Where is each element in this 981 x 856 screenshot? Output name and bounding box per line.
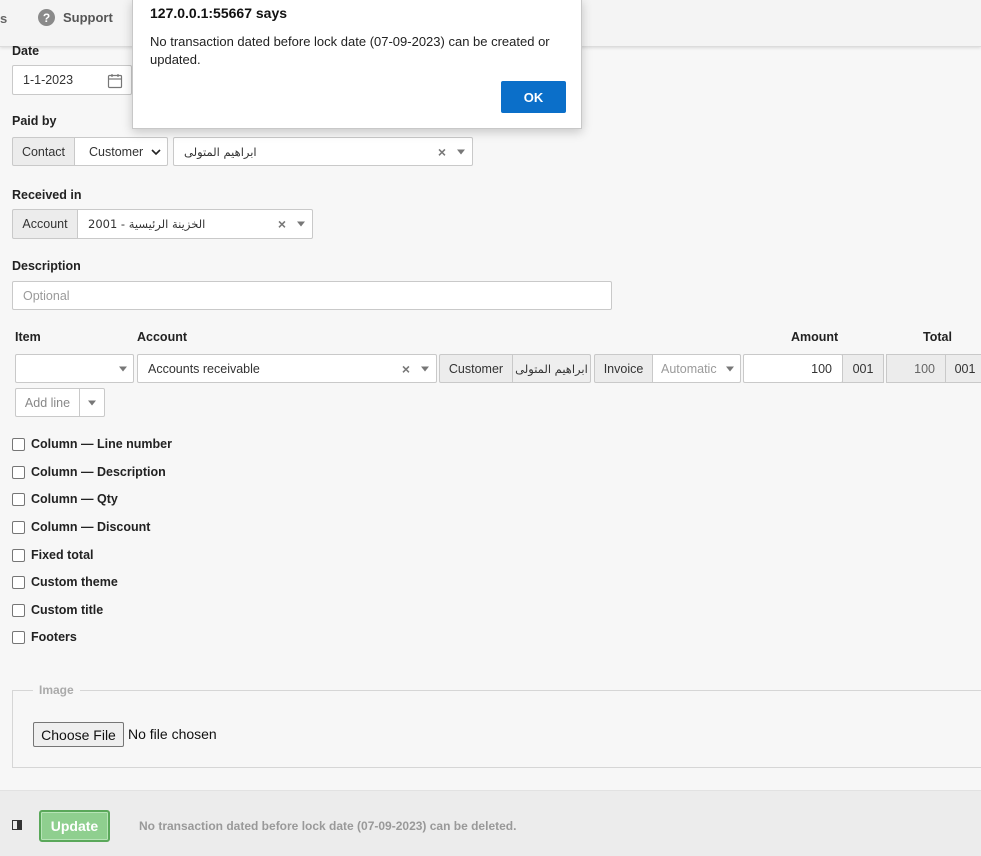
dialog-message: No transaction dated before lock date (0… bbox=[150, 34, 550, 67]
image-legend: Image bbox=[33, 683, 80, 697]
line-invoice-placeholder: Automatic bbox=[661, 361, 717, 376]
option-label: Footers bbox=[31, 630, 77, 644]
support-label: Support bbox=[63, 10, 113, 25]
discount-checkbox[interactable] bbox=[12, 520, 25, 534]
caret-down-icon[interactable] bbox=[297, 221, 305, 227]
question-circle-icon: ? bbox=[38, 9, 55, 26]
caret-down-icon[interactable] bbox=[457, 149, 465, 154]
contact-addon: Contact bbox=[12, 137, 75, 166]
nav-item-fragment[interactable]: s bbox=[0, 11, 7, 26]
line-amount-input[interactable]: 100 bbox=[743, 354, 843, 383]
option-label: Fixed total bbox=[31, 548, 94, 562]
description-input[interactable]: Optional bbox=[12, 281, 612, 310]
option-label: Column — Qty bbox=[31, 492, 118, 506]
ok-button[interactable]: OK bbox=[501, 81, 566, 113]
caret-down-icon[interactable] bbox=[119, 366, 127, 371]
date-label: Date bbox=[12, 44, 40, 58]
dialog-title: 127.0.0.1:55667 says bbox=[150, 5, 288, 21]
custom-title-checkbox[interactable] bbox=[12, 603, 25, 617]
option-label: Custom theme bbox=[31, 575, 118, 589]
option-line-number[interactable]: Column — Line number bbox=[12, 437, 172, 451]
contact-type-value: Customer bbox=[89, 144, 144, 159]
line-invoice-addon: Invoice bbox=[594, 354, 653, 383]
option-custom-title[interactable]: Custom title bbox=[12, 603, 103, 617]
option-fixed-total[interactable]: Fixed total bbox=[12, 548, 94, 562]
fixed-total-checkbox[interactable] bbox=[12, 548, 25, 562]
nav-item-support[interactable]: ? Support bbox=[38, 9, 113, 26]
option-description[interactable]: Column — Description bbox=[12, 465, 166, 479]
sidebar-toggle-icon[interactable] bbox=[12, 820, 22, 830]
paid-by-label: Paid by bbox=[12, 114, 57, 128]
contact-type-select[interactable]: Customer bbox=[74, 137, 168, 166]
line-customer-select[interactable]: ابراهيم المتولى bbox=[512, 354, 591, 383]
no-file-text: No file chosen bbox=[128, 726, 217, 742]
add-line-label: Add line bbox=[24, 395, 71, 410]
amount-column-header: Amount bbox=[791, 330, 839, 344]
option-label: Custom title bbox=[31, 603, 104, 617]
clear-icon[interactable]: × bbox=[438, 144, 446, 160]
line-customer-addon: Customer bbox=[439, 354, 513, 383]
update-button[interactable]: Update bbox=[39, 810, 110, 842]
contact-select[interactable]: ابراهيم المتولى × bbox=[173, 137, 473, 166]
option-custom-theme[interactable]: Custom theme bbox=[12, 575, 118, 589]
option-label: Column — Line number bbox=[31, 437, 172, 451]
amount-currency-addon: 001 bbox=[842, 354, 884, 383]
image-fieldset: Image Choose File No file chosen bbox=[12, 683, 981, 768]
alert-dialog: 127.0.0.1:55667 says No transaction date… bbox=[132, 0, 582, 129]
footers-checkbox[interactable] bbox=[12, 630, 25, 644]
caret-down-icon bbox=[88, 400, 96, 405]
caret-down-icon[interactable] bbox=[421, 366, 429, 371]
line-account-select[interactable]: Accounts receivable × bbox=[137, 354, 437, 383]
received-account-value: الخزينة الرئيسية - 2001 bbox=[88, 217, 206, 231]
account-column-header: Account bbox=[137, 330, 187, 344]
line-number-checkbox[interactable] bbox=[12, 437, 25, 451]
choose-file-button[interactable]: Choose File bbox=[33, 722, 124, 747]
line-customer-value: ابراهيم المتولى bbox=[515, 361, 588, 376]
form-footer: Update No transaction dated before lock … bbox=[0, 790, 981, 856]
lock-date-message: No transaction dated before lock date (0… bbox=[139, 819, 517, 833]
line-amount-value: 100 bbox=[811, 361, 832, 376]
total-currency-addon: 001 bbox=[945, 354, 981, 383]
add-line-dropdown-button[interactable] bbox=[79, 388, 105, 417]
calendar-icon[interactable] bbox=[107, 73, 123, 89]
option-label: Column — Description bbox=[31, 465, 166, 479]
date-value: 1-1-2023 bbox=[23, 73, 74, 87]
item-column-header: Item bbox=[15, 330, 41, 344]
account-addon: Account bbox=[12, 209, 78, 239]
received-account-select[interactable]: الخزينة الرئيسية - 2001 × bbox=[77, 209, 313, 239]
total-column-header: Total bbox=[923, 330, 952, 344]
chevron-down-icon bbox=[151, 148, 161, 155]
add-line-button[interactable]: Add line bbox=[15, 388, 80, 417]
option-label: Column — Discount bbox=[31, 520, 151, 534]
received-in-label: Received in bbox=[12, 188, 82, 202]
caret-down-icon[interactable] bbox=[726, 366, 734, 371]
clear-icon[interactable]: × bbox=[402, 361, 410, 377]
option-footers[interactable]: Footers bbox=[12, 630, 77, 644]
line-total-value: 100 bbox=[886, 354, 946, 383]
option-discount[interactable]: Column — Discount bbox=[12, 520, 150, 534]
custom-theme-checkbox[interactable] bbox=[12, 575, 25, 589]
description-placeholder: Optional bbox=[23, 288, 70, 303]
date-input[interactable]: 1-1-2023 bbox=[12, 65, 132, 95]
contact-name-value: ابراهيم المتولى bbox=[184, 144, 257, 159]
description-label: Description bbox=[12, 259, 81, 273]
clear-icon[interactable]: × bbox=[278, 216, 286, 232]
description-checkbox[interactable] bbox=[12, 465, 25, 479]
line-item-select[interactable] bbox=[15, 354, 134, 383]
line-account-value: Accounts receivable bbox=[148, 361, 260, 376]
line-invoice-select[interactable]: Automatic bbox=[652, 354, 741, 383]
qty-checkbox[interactable] bbox=[12, 492, 25, 506]
option-qty[interactable]: Column — Qty bbox=[12, 492, 118, 506]
